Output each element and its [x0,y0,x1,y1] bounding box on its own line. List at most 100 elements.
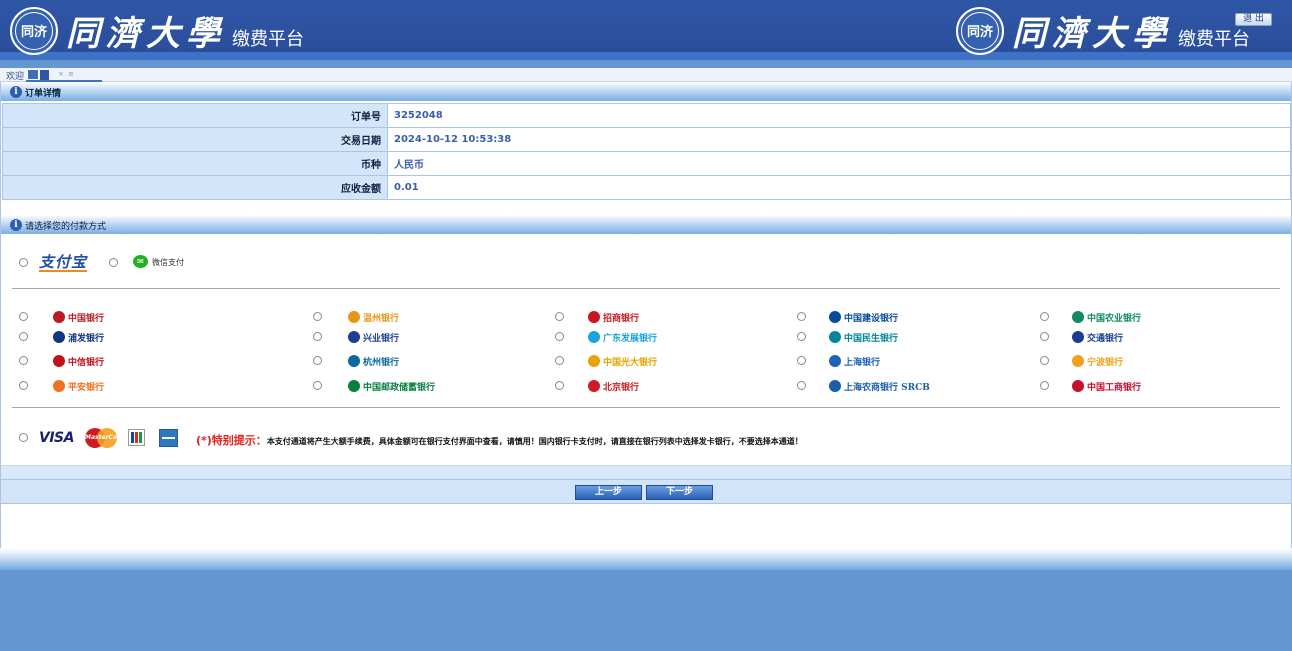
bank-radio[interactable] [555,332,564,341]
wechat-pay-label[interactable]: 微信支付 [152,257,184,268]
bank-mark-icon [588,380,600,392]
bank-name: 广东发展银行 [603,333,658,344]
bank-radio[interactable] [1040,381,1049,390]
bank-logo[interactable]: 中国民生银行 [829,329,898,345]
transaction-date: 2024-10-12 10:53:38 [387,127,1291,152]
brand-logo-left: 同济 同濟大學 缴费平台 [10,6,304,55]
bank-radio[interactable] [19,312,28,321]
bank-logo[interactable]: 中国银行 [53,309,104,325]
bank-mark-icon [829,380,841,392]
bank-name: 中国银行 [68,313,105,324]
university-seal-icon: 同济 [956,6,1004,55]
bank-radio[interactable] [555,356,564,365]
currency: 人民币 [387,151,1291,176]
bank-radio[interactable] [555,312,564,321]
bank-logo[interactable]: 广东发展银行 [588,329,657,345]
wechat-pay-radio[interactable] [109,258,118,267]
alipay-logo[interactable]: 支付宝 [39,254,88,272]
bank-logo[interactable]: 中国光大银行 [588,353,657,369]
bank-name: 中国农业银行 [1087,313,1142,324]
bank-radio[interactable] [1040,312,1049,321]
order-details-table: 订单号 3252048 交易日期 2024-10-12 10:53:38 币种 … [2,103,1291,200]
bank-logo[interactable]: 招商银行 [588,309,639,325]
bank-name: 招商银行 [603,313,640,324]
header: 同济 同濟大學 缴费平台 同济 同濟大學 缴费平台 退 出 [0,0,1292,60]
previous-step-button[interactable]: 上一步 [575,485,642,500]
tab-bar: 欢迎 × ≡ [0,68,1292,82]
bank-radio[interactable] [313,381,322,390]
brand-name: 同濟大學 [1012,14,1172,54]
bank-radio[interactable] [313,312,322,321]
bank-logo[interactable]: 兴业银行 [348,329,399,345]
alipay-radio[interactable] [19,258,28,267]
notice-label: (*)特别提示： [196,434,267,447]
bank-radio[interactable] [313,332,322,341]
row-label: 交易日期 [2,127,388,152]
bank-name: 中国建设银行 [844,313,899,324]
bank-logo[interactable]: 浦发银行 [53,329,104,345]
bank-logo[interactable]: 杭州银行 [348,353,399,369]
bank-radio[interactable] [797,381,806,390]
bank-radio[interactable] [797,312,806,321]
bank-radio[interactable] [1040,356,1049,365]
bank-logo[interactable]: 上海银行 [829,353,880,369]
international-card-radio[interactable] [19,433,28,442]
bank-radio[interactable] [19,356,28,365]
bank-radio[interactable] [313,356,322,365]
document-icon[interactable] [40,70,49,80]
bank-radio[interactable] [1040,332,1049,341]
bank-radio[interactable] [555,381,564,390]
logout-button[interactable]: 退 出 [1235,13,1272,26]
row-label: 应收金额 [2,175,388,200]
bank-logo[interactable]: 交通银行 [1072,329,1123,345]
row-label: 订单号 [2,103,388,128]
brand-subtitle: 缴费平台 [232,28,304,50]
bank-logo[interactable]: 宁波银行 [1072,353,1123,369]
bank-mark-icon [348,355,360,367]
bank-logo[interactable]: 中国邮政储蓄银行 [348,378,435,394]
bank-mark-icon [588,355,600,367]
table-row: 币种 人民币 [2,151,1291,176]
bank-name: 温州银行 [363,313,400,324]
tab-controls[interactable]: × ≡ [58,70,75,78]
bank-mark-icon [1072,380,1084,392]
bank-logo[interactable]: 平安银行 [53,378,104,394]
section-title: 请选择您的付款方式 [25,222,107,232]
table-row: 交易日期 2024-10-12 10:53:38 [2,127,1291,152]
bank-logo[interactable]: 温州银行 [348,309,399,325]
tab-welcome[interactable]: 欢迎 [6,69,24,82]
bank-logo[interactable]: 上海农商银行 SRCB [829,378,930,394]
button-bar: 上一步 下一步 [1,479,1291,504]
bank-name: 中国工商银行 [1087,382,1142,393]
next-step-button[interactable]: 下一步 [646,485,713,500]
university-seal-icon: 同济 [10,6,58,55]
bank-mark-icon [348,331,360,343]
bank-logo[interactable]: 中国建设银行 [829,309,898,325]
divider [12,288,1280,289]
bank-name: 浦发银行 [68,333,105,344]
table-row: 应收金额 0.01 [2,175,1291,200]
visa-logo: VISA [39,430,74,446]
divider [12,407,1280,408]
order-number: 3252048 [387,103,1291,128]
row-label: 币种 [2,151,388,176]
bank-name: 平安银行 [68,382,105,393]
window-icon[interactable] [27,69,39,80]
bank-radio[interactable] [797,356,806,365]
bank-mark-icon [53,311,65,323]
bank-radio[interactable] [19,381,28,390]
main-panel: i 订单详情 订单号 3252048 交易日期 2024-10-12 10:53… [0,82,1292,550]
button-bar-spacer [1,465,1291,479]
bank-mark-icon [53,355,65,367]
bank-logo[interactable]: 中国农业银行 [1072,309,1141,325]
bank-logo[interactable]: 中国工商银行 [1072,378,1141,394]
order-section-header: i 订单详情 [1,82,1291,101]
info-icon: i [10,86,22,98]
jcb-logo [128,429,145,446]
bank-radio[interactable] [797,332,806,341]
bank-radio[interactable] [19,332,28,341]
wechat-icon[interactable]: ✉ [133,255,148,268]
bank-logo[interactable]: 北京银行 [588,378,639,394]
bank-logo[interactable]: 中信银行 [53,353,104,369]
bank-mark-icon [829,311,841,323]
